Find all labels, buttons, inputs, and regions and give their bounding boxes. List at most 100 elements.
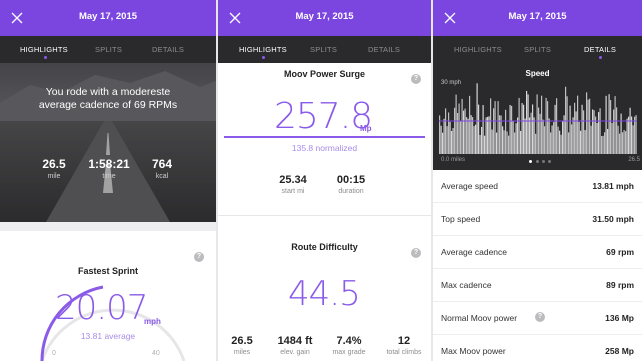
app-screens: May 17, 2015 HIGHLIGHTS SPLITS DETAILS Y… bbox=[0, 0, 642, 361]
distance-stat: 26.5 mile bbox=[42, 157, 66, 180]
speed-sample-bar bbox=[478, 104, 480, 154]
tab-bar: HIGHLIGHTS SPLITS DETAILS bbox=[218, 36, 431, 63]
page-dot[interactable] bbox=[542, 160, 545, 163]
speed-sample-bar bbox=[517, 117, 519, 154]
speed-sample-bar bbox=[530, 112, 532, 154]
speed-sample-bar bbox=[569, 105, 571, 154]
speed-sample-bar bbox=[613, 109, 615, 154]
speed-sample-bar bbox=[631, 116, 633, 154]
speed-sample-bar bbox=[490, 98, 492, 154]
speed-sample-bar bbox=[544, 126, 546, 154]
top-bar: May 17, 2015 bbox=[218, 0, 431, 36]
tab-highlights[interactable]: HIGHLIGHTS bbox=[239, 45, 287, 54]
help-icon[interactable]: ? bbox=[411, 74, 421, 84]
speed-sample-bar bbox=[583, 110, 585, 154]
section-divider bbox=[218, 215, 431, 216]
speed-sample-bar bbox=[626, 118, 628, 154]
speed-sample-bar bbox=[491, 129, 493, 154]
page-dot-active[interactable] bbox=[529, 160, 532, 163]
speed-series bbox=[439, 83, 637, 154]
detail-row-average-speed: Average speed 13.81 mph bbox=[433, 170, 642, 203]
speed-sample-bar bbox=[593, 110, 595, 154]
speed-sample-bar bbox=[496, 132, 498, 154]
tab-details[interactable]: DETAILS bbox=[368, 45, 400, 54]
speed-sample-bar bbox=[509, 104, 511, 154]
y-axis-top-label: 30 mph bbox=[441, 80, 462, 86]
power-surge-bar bbox=[224, 136, 425, 138]
speed-sample-bar bbox=[611, 122, 613, 154]
ride-date: May 17, 2015 bbox=[78, 11, 138, 22]
speed-chart bbox=[439, 83, 637, 154]
tab-splits[interactable]: SPLITS bbox=[95, 45, 122, 54]
page-dot[interactable] bbox=[536, 160, 539, 163]
ride-date: May 17, 2015 bbox=[295, 11, 354, 22]
tab-highlights[interactable]: HIGHLIGHTS bbox=[454, 45, 502, 54]
speed-sample-bar bbox=[608, 94, 610, 154]
highlights-screen-2: May 17, 2015 HIGHLIGHTS SPLITS DETAILS M… bbox=[218, 0, 431, 361]
speed-sample-bar bbox=[535, 133, 537, 154]
detail-row-top-speed: Top speed 31.50 mph bbox=[433, 203, 642, 236]
speed-sample-bar bbox=[629, 107, 631, 154]
speed-sample-bar bbox=[622, 132, 624, 154]
detail-row-max-moov-power: Max Moov power 258 Mp bbox=[441, 346, 634, 356]
active-tab-indicator bbox=[262, 56, 265, 59]
speed-sample-bar bbox=[526, 90, 528, 154]
duration-stat: 00:15 duration bbox=[336, 174, 366, 195]
speed-sample-bar bbox=[548, 118, 550, 154]
speed-sample-bar bbox=[442, 132, 444, 154]
detail-row-normal-moov-power: Normal Moov power ? 136 Mp bbox=[433, 302, 642, 335]
speed-sample-bar bbox=[536, 94, 538, 154]
speed-sample-bar bbox=[458, 103, 460, 154]
speed-sample-bar bbox=[623, 129, 625, 154]
speed-sample-bar bbox=[487, 116, 489, 154]
help-icon[interactable]: ? bbox=[194, 252, 204, 262]
speed-sample-bar bbox=[448, 112, 450, 154]
help-icon[interactable]: ? bbox=[411, 248, 421, 258]
tab-details[interactable]: DETAILS bbox=[584, 45, 616, 54]
speed-sample-bar bbox=[454, 107, 456, 154]
speed-sample-bar bbox=[625, 131, 627, 154]
detail-row-max-cadence: Max cadence 89 rpm bbox=[433, 269, 642, 302]
card-gap bbox=[0, 222, 216, 231]
speed-sample-bar bbox=[466, 117, 468, 154]
speed-sample-bar bbox=[586, 92, 588, 154]
speed-sample-bar bbox=[518, 97, 520, 154]
speed-sample-bar bbox=[601, 135, 603, 154]
speed-sample-bar bbox=[614, 96, 616, 154]
speed-sample-bar bbox=[587, 99, 589, 154]
tab-details[interactable]: DETAILS bbox=[152, 45, 184, 54]
speed-sample-bar bbox=[475, 124, 477, 154]
speed-sample-bar bbox=[488, 116, 490, 154]
speed-sample-bar bbox=[584, 130, 586, 154]
tab-highlights[interactable]: HIGHLIGHTS bbox=[20, 45, 68, 54]
speed-sample-bar bbox=[565, 86, 567, 154]
power-surge-title: Moov Power Surge bbox=[283, 69, 365, 79]
page-dot[interactable] bbox=[548, 160, 551, 163]
tab-splits[interactable]: SPLITS bbox=[310, 45, 337, 54]
speed-sample-bar bbox=[523, 104, 525, 154]
fastest-sprint-title: Fastest Sprint bbox=[77, 266, 138, 276]
gauge-min-label: 0 bbox=[52, 350, 56, 357]
speed-sample-bar bbox=[590, 125, 592, 154]
speed-sample-bar bbox=[463, 110, 465, 154]
tab-bar: HIGHLIGHTS SPLITS DETAILS bbox=[0, 36, 216, 63]
miles-stat: 26.5 miles bbox=[231, 335, 253, 356]
start-mile-stat: 25.34 start mi bbox=[279, 174, 307, 195]
speed-sample-bar bbox=[524, 118, 526, 154]
speed-sample-bar bbox=[527, 94, 529, 154]
speed-sample-bar bbox=[575, 111, 577, 154]
tab-splits[interactable]: SPLITS bbox=[524, 45, 551, 54]
speed-sample-bar bbox=[539, 113, 541, 154]
speed-sample-bar bbox=[557, 126, 559, 154]
speed-sample-bar bbox=[620, 113, 622, 154]
speed-sample-bar bbox=[634, 116, 636, 154]
speed-sample-bar bbox=[617, 125, 619, 154]
speed-sample-bar bbox=[482, 105, 484, 154]
help-icon[interactable]: ? bbox=[535, 312, 545, 322]
speed-sample-bar bbox=[592, 109, 594, 154]
speed-sample-bar bbox=[610, 100, 612, 154]
time-stat: 1:58:21 time bbox=[88, 157, 130, 180]
power-surge-value: 257.8 bbox=[274, 96, 373, 137]
speed-sample-bar bbox=[556, 98, 558, 154]
speed-sample-bar bbox=[481, 126, 483, 154]
